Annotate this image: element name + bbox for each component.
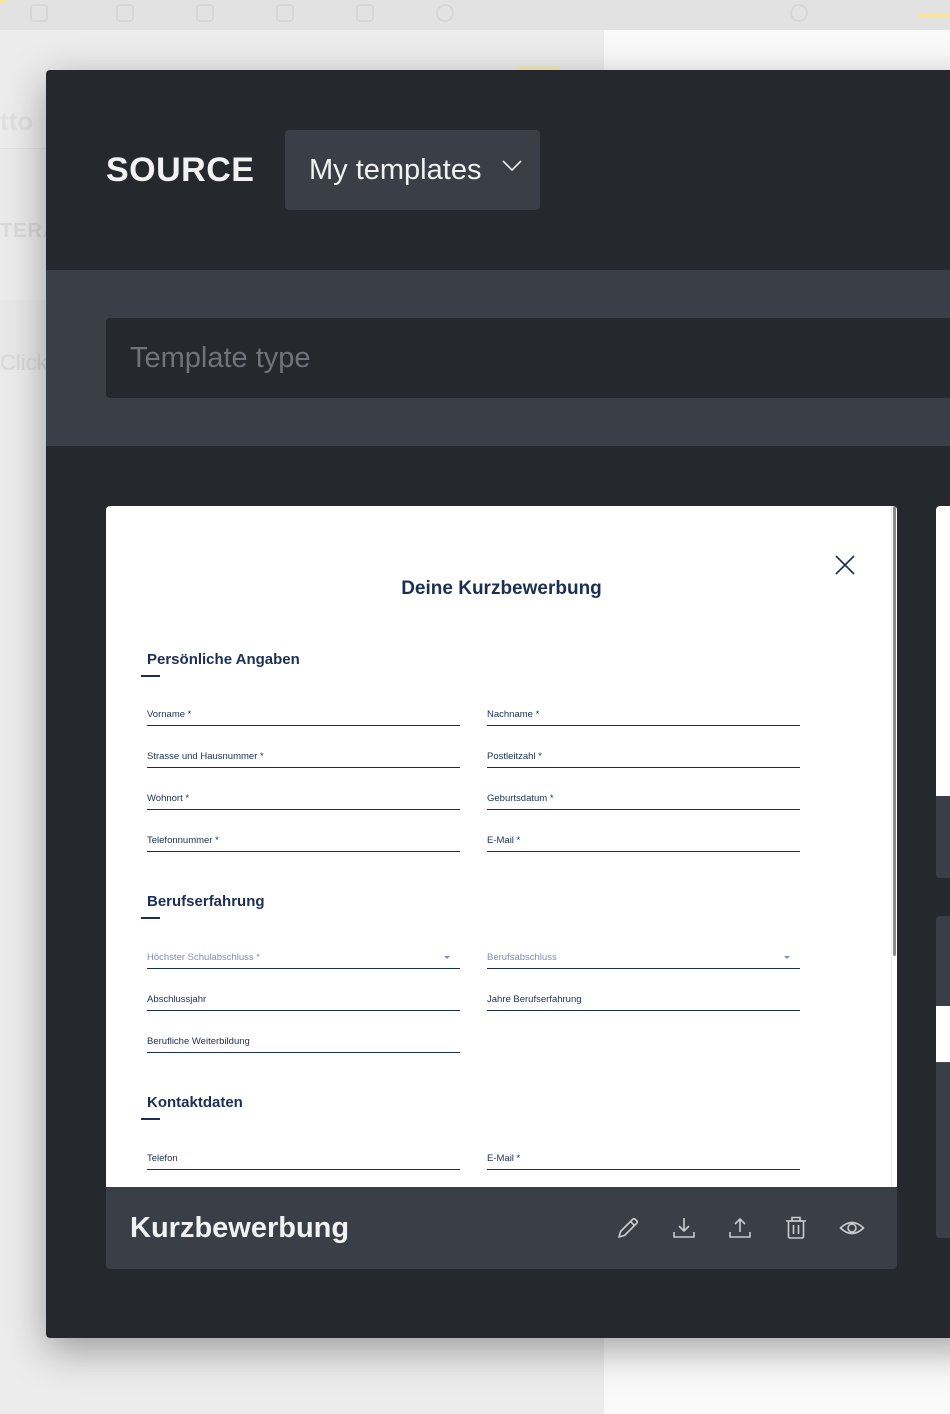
scrollbar-thumb[interactable]	[893, 506, 896, 956]
template-actions	[615, 1215, 865, 1241]
field-label: Geburtsdatum *	[487, 793, 554, 804]
field-label: Strasse und Hausnummer *	[147, 751, 264, 762]
form-title: Deine Kurzbewerbung	[401, 578, 602, 599]
form-select: Höchster Schulabschluss *	[147, 949, 460, 969]
background-click-text: Click	[0, 350, 48, 375]
template-source-modal: SOURCE My templates Deine Kurzbewerbung …	[46, 70, 950, 1338]
preview-scrollbar[interactable]	[891, 506, 897, 1187]
background-toolbar	[0, 0, 950, 30]
field-label: E-Mail *	[487, 1153, 521, 1164]
close-icon	[835, 555, 855, 575]
form-field: Berufliche Weiterbildung	[147, 1033, 460, 1053]
modal-header: SOURCE My templates	[46, 70, 950, 270]
template-card-footer: Kurzbewerbung	[106, 1187, 897, 1269]
field-label: E-Mail *	[487, 835, 521, 846]
form-field: Telefonnummer *	[147, 832, 460, 852]
form-field: Vorname *	[147, 706, 460, 726]
chevron-down-icon	[502, 160, 522, 172]
field-label: Berufsabschluss	[487, 952, 557, 963]
template-preview-partial	[936, 1006, 950, 1062]
section-underline	[141, 675, 160, 677]
field-label: Abschlussjahr	[147, 994, 207, 1005]
field-label: Nachname *	[487, 709, 540, 720]
form-field: Jahre Berufserfahrung	[487, 991, 800, 1011]
section-underline	[141, 1118, 160, 1120]
toolbar-icon	[276, 4, 294, 22]
section-heading: Berufserfahrung	[147, 893, 265, 910]
form-field: Wohnort *	[147, 790, 460, 810]
template-type-input[interactable]	[106, 318, 950, 398]
section-heading: Persönliche Angaben	[147, 651, 300, 668]
form-field: Strasse und Hausnummer *	[147, 748, 460, 768]
section-heading: Kontaktdaten	[147, 1094, 243, 1111]
field-label: Jahre Berufserfahrung	[487, 994, 582, 1005]
field-label: Telefonnummer *	[147, 835, 219, 846]
source-select[interactable]: My templates	[285, 130, 540, 210]
form-field: E-Mail *	[487, 1150, 800, 1170]
delete-icon[interactable]	[783, 1215, 809, 1241]
edit-icon[interactable]	[615, 1215, 641, 1241]
toolbar-accent	[918, 14, 950, 17]
toolbar-icon	[790, 4, 808, 22]
template-card-partial[interactable]	[936, 506, 950, 1277]
download-icon[interactable]	[671, 1215, 697, 1241]
toolbar-icon	[356, 4, 374, 22]
template-card-footer-partial	[936, 796, 950, 878]
field-label: Vorname *	[147, 709, 192, 720]
field-label: Postleitzahl *	[487, 751, 542, 762]
section-underline	[141, 917, 160, 919]
toolbar-accent	[0, 0, 6, 3]
template-card-footer-partial	[936, 1062, 950, 1238]
template-name: Kurzbewerbung	[130, 1212, 350, 1244]
source-select-value: My templates	[309, 154, 482, 186]
form-select: Berufsabschluss	[487, 949, 800, 969]
toolbar-icon	[196, 4, 214, 22]
template-card-partial-header	[936, 916, 950, 1006]
field-label: Berufliche Weiterbildung	[147, 1036, 250, 1047]
form-field: Abschlussjahr	[147, 991, 460, 1011]
toolbar-icon	[436, 4, 454, 22]
form-field: Nachname *	[487, 706, 800, 726]
template-preview-partial	[936, 506, 950, 796]
source-label: SOURCE	[106, 151, 255, 189]
field-label: Höchster Schulabschluss *	[147, 952, 260, 963]
template-card[interactable]: Deine Kurzbewerbung Persönliche Angaben …	[106, 506, 897, 1269]
form-field: Telefon	[147, 1150, 460, 1170]
field-label: Wohnort *	[147, 793, 190, 804]
template-preview: Deine Kurzbewerbung Persönliche Angaben …	[106, 506, 897, 1187]
caret-down-icon	[784, 956, 790, 959]
filter-band	[46, 270, 950, 446]
toolbar-icon	[116, 4, 134, 22]
caret-down-icon	[444, 956, 450, 959]
preview-icon[interactable]	[839, 1215, 865, 1241]
background-title: tto	[0, 106, 34, 136]
toolbar-icon	[30, 4, 48, 22]
form-field: Postleitzahl *	[487, 748, 800, 768]
form-field: E-Mail *	[487, 832, 800, 852]
upload-icon[interactable]	[727, 1215, 753, 1241]
form-field: Geburtsdatum *	[487, 790, 800, 810]
field-label: Telefon	[147, 1153, 178, 1164]
